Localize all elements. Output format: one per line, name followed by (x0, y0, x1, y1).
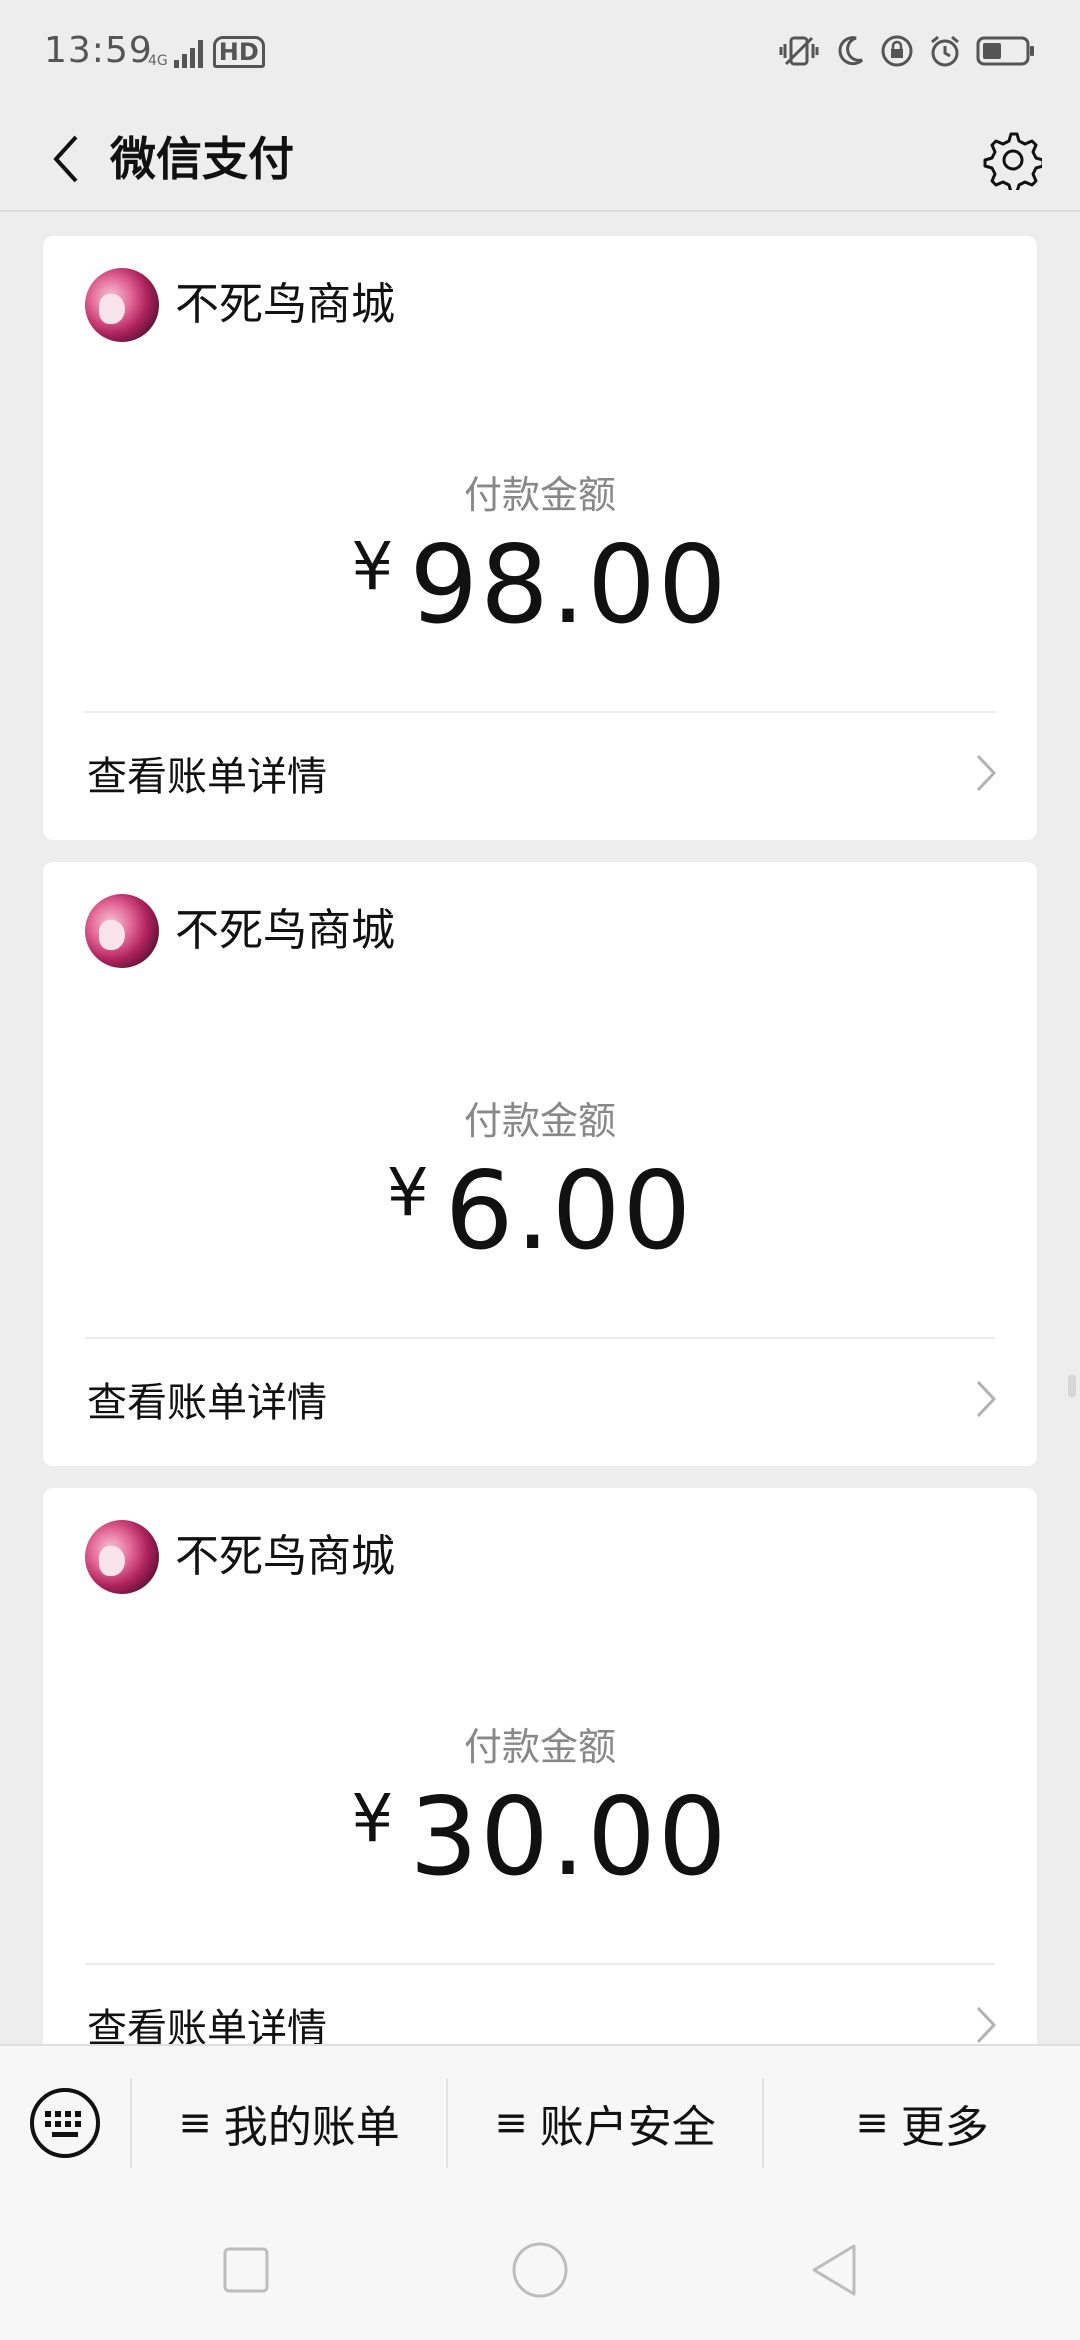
circle-icon (512, 2242, 568, 2298)
detail-label: 查看账单详情 (87, 754, 327, 800)
view-bill-details-link[interactable]: 查看账单详情 (43, 713, 1037, 840)
amount-value: 30.00 (409, 1775, 729, 1900)
bottom-menu: ≡ 我的账单 ≡ 账户安全 ≡ 更多 (0, 2044, 1080, 2198)
merchant-avatar (85, 268, 159, 342)
view-bill-details-link[interactable]: 查看账单详情 (43, 1339, 1037, 1466)
network-type: 4G (148, 53, 168, 69)
currency-symbol: ¥ (351, 1780, 394, 1857)
back-button[interactable] (30, 124, 100, 194)
detail-label: 查看账单详情 (87, 1380, 327, 1426)
amount-label: 付款金额 (463, 473, 616, 517)
status-bar: 13:59 4G HD (0, 0, 1080, 110)
menu-my-bills[interactable]: ≡ 我的账单 (132, 2046, 446, 2200)
chevron-right-icon (976, 754, 997, 792)
amount-value: 6.00 (444, 1149, 694, 1274)
merchant-name: 不死鸟商城 (175, 1531, 395, 1582)
signal-icon (173, 38, 203, 68)
rotation-lock-icon (881, 35, 913, 67)
hd-badge: HD (212, 36, 265, 68)
chevron-right-icon (976, 1380, 997, 1418)
amount-row: ¥ 6.00 (43, 1152, 1037, 1272)
currency-symbol: ¥ (386, 1154, 429, 1231)
scroll-indicator[interactable] (1068, 1375, 1076, 1397)
merchant-header: 不死鸟商城 (85, 268, 395, 342)
system-back-button[interactable] (802, 2238, 866, 2302)
amount-label: 付款金额 (463, 1099, 616, 1143)
merchant-avatar (85, 894, 159, 968)
merchant-name: 不死鸟商城 (175, 279, 395, 330)
menu-list-icon: ≡ (178, 2100, 212, 2146)
menu-list-icon: ≡ (855, 2100, 889, 2146)
menu-list-icon: ≡ (494, 2100, 528, 2146)
merchant-header: 不死鸟商城 (85, 894, 395, 968)
network-indicator: 4G HD (148, 36, 265, 68)
vibrate-mute-icon (779, 36, 819, 66)
home-button[interactable] (508, 2238, 572, 2302)
recent-apps-button[interactable] (214, 2238, 278, 2302)
menu-more[interactable]: ≡ 更多 (764, 2046, 1080, 2200)
page-title: 微信支付 (110, 132, 294, 186)
menu-label: 更多 (900, 2102, 989, 2153)
chevron-right-icon (976, 2006, 997, 2044)
alarm-icon (931, 35, 959, 67)
currency-symbol: ¥ (351, 528, 394, 605)
gear-icon (983, 132, 1042, 190)
menu-label: 账户安全 (539, 2102, 716, 2153)
menu-account-security[interactable]: ≡ 账户安全 (448, 2046, 762, 2200)
amount-label: 付款金额 (463, 1725, 616, 1769)
status-icons (778, 34, 1036, 68)
status-time: 13:59 (44, 30, 153, 71)
triangle-back-icon (812, 2244, 856, 2296)
keyboard-icon (30, 2088, 100, 2158)
nav-header: 微信支付 (0, 110, 1080, 212)
payment-card: 不死鸟商城 付款金额 ¥ 98.00 查看账单详情 (43, 236, 1037, 840)
amount-row: ¥ 30.00 (43, 1778, 1037, 1898)
chevron-left-icon (53, 135, 78, 183)
amount-value: 98.00 (409, 523, 729, 648)
merchant-name: 不死鸟商城 (175, 905, 395, 956)
battery-icon (976, 36, 1034, 66)
payment-card: 不死鸟商城 付款金额 ¥ 30.00 查看账单详情 (43, 1488, 1037, 2092)
settings-button[interactable] (970, 118, 1054, 202)
system-nav-bar (0, 2198, 1080, 2340)
merchant-header: 不死鸟商城 (85, 1520, 395, 1594)
moon-icon (838, 36, 864, 66)
amount-row: ¥ 98.00 (43, 526, 1037, 646)
keyboard-toggle-button[interactable] (0, 2046, 130, 2200)
payment-card: 不死鸟商城 付款金额 ¥ 6.00 查看账单详情 (43, 862, 1037, 1466)
wechat-pay-screen: 13:59 4G HD 微信支付 不死鸟商城 付款金额 ¥ 98.00 查看账单… (0, 0, 1080, 2340)
square-icon (223, 2247, 269, 2293)
menu-label: 我的账单 (223, 2102, 400, 2153)
merchant-avatar (85, 1520, 159, 1594)
